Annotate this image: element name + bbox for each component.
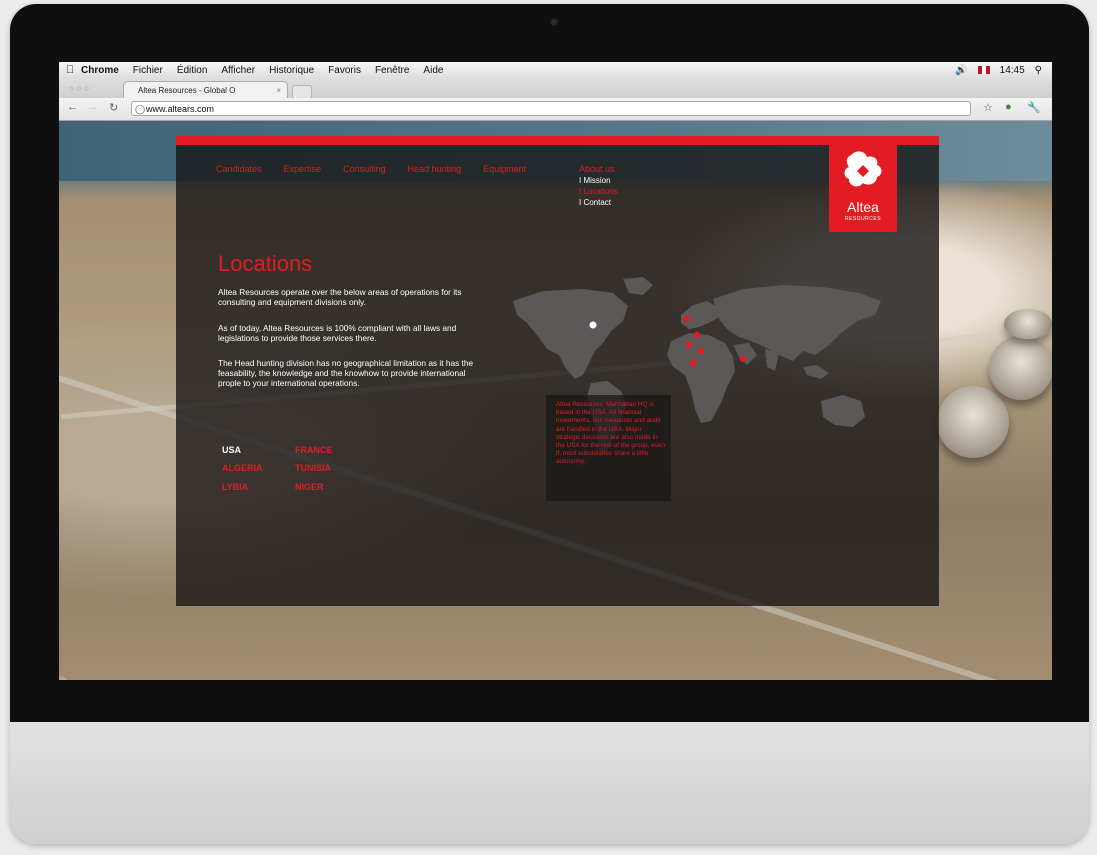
nav-equipment[interactable]: Equipment xyxy=(483,164,526,174)
page-title: Locations xyxy=(218,251,313,276)
tab-altea[interactable]: Altea Resources - Global O × xyxy=(123,81,288,98)
country-tunisia[interactable]: TUNISIA xyxy=(295,463,331,473)
browser-toolbar: ← → ↻ ◯ www.altears.com ☆ ● 🔧 xyxy=(59,98,1052,121)
country-algeria[interactable]: ALGERIA xyxy=(222,463,263,473)
country-lybia[interactable]: LYBIA xyxy=(222,482,248,492)
new-tab-button[interactable] xyxy=(292,85,312,99)
spotlight-icon[interactable]: ⚲ xyxy=(1035,65,1042,76)
back-icon[interactable]: ← xyxy=(67,101,78,113)
star-icon[interactable]: ☆ xyxy=(983,101,993,114)
panel-top-bar xyxy=(176,136,939,145)
apple-icon[interactable]:  xyxy=(59,64,81,76)
forward-icon[interactable]: → xyxy=(87,101,98,113)
altea-logo[interactable]: Altea RESOURCES xyxy=(829,145,897,232)
window-buttons[interactable]: ○○○ xyxy=(69,83,91,93)
address-bar[interactable]: ◯ www.altears.com xyxy=(131,101,971,116)
monitor-bezel:  Chrome Fichier Édition Afficher Histor… xyxy=(10,4,1089,722)
marker-middle-east[interactable] xyxy=(739,355,747,363)
tab-strip: ○○○ Altea Resources - Global O × xyxy=(59,78,1052,99)
nav-head-hunting[interactable]: Head hunting xyxy=(408,164,462,174)
globe-icon: ◯ xyxy=(135,104,146,114)
wrench-icon[interactable]: 🔧 xyxy=(1027,101,1041,114)
mac-menubar:  Chrome Fichier Édition Afficher Histor… xyxy=(59,62,1052,78)
flag-icon[interactable] xyxy=(977,66,990,74)
nav-sub-mission[interactable]: I Mission xyxy=(579,176,611,185)
hq-callout-text: Altea Resources' Manhattan HQ is based i… xyxy=(556,401,666,466)
menu-aide[interactable]: Aide xyxy=(423,65,443,76)
background-tank xyxy=(937,386,1009,458)
nav-sub-locations[interactable]: I Locations xyxy=(579,187,618,196)
country-usa[interactable]: USA xyxy=(222,445,241,455)
background-tank xyxy=(1004,309,1052,339)
logo-name: Altea xyxy=(847,199,879,215)
background-tank xyxy=(59,676,73,680)
nav-about-us[interactable]: About us xyxy=(579,164,615,174)
site-nav: Candidates Expertise Consulting Head hun… xyxy=(216,164,526,174)
web-page: Candidates Expertise Consulting Head hun… xyxy=(59,121,1052,680)
menu-fichier[interactable]: Fichier xyxy=(133,65,163,76)
logo-tagline: RESOURCES xyxy=(844,216,882,222)
marker-usa[interactable] xyxy=(589,321,597,329)
menu-afficher[interactable]: Afficher xyxy=(221,65,255,76)
tab-close-icon[interactable]: × xyxy=(276,82,281,98)
url-text: www.altears.com xyxy=(146,104,215,114)
tab-title: Altea Resources - Global O xyxy=(138,86,236,95)
menu-app-name[interactable]: Chrome xyxy=(81,65,119,76)
compliance-paragraph: As of today, Altea Resources is 100% com… xyxy=(218,323,457,343)
nav-sub-contact[interactable]: I Contact xyxy=(579,198,611,207)
content-panel: Candidates Expertise Consulting Head hun… xyxy=(176,136,939,606)
reload-icon[interactable]: ↻ xyxy=(109,101,118,114)
background-tank xyxy=(989,336,1052,400)
headhunting-paragraph: The Head hunting division has no geograp… xyxy=(218,358,474,388)
marker-france[interactable] xyxy=(683,315,691,323)
nav-consulting[interactable]: Consulting xyxy=(343,164,386,174)
intro-paragraph: Altea Resources operate over the below a… xyxy=(218,287,462,307)
menu-fenetre[interactable]: Fenêtre xyxy=(375,65,409,76)
nav-expertise[interactable]: Expertise xyxy=(284,164,322,174)
screen:  Chrome Fichier Édition Afficher Histor… xyxy=(59,62,1052,680)
hq-callout: Altea Resources' Manhattan HQ is based i… xyxy=(546,395,671,501)
marker-tunisia[interactable] xyxy=(693,331,701,339)
menu-favoris[interactable]: Favoris xyxy=(328,65,361,76)
marker-algeria[interactable] xyxy=(685,341,693,349)
volume-icon[interactable]: 🔊 xyxy=(955,65,967,76)
marker-niger[interactable] xyxy=(689,359,697,367)
country-niger[interactable]: NIGER xyxy=(295,482,324,492)
monitor-chin xyxy=(10,722,1089,844)
menu-historique[interactable]: Historique xyxy=(269,65,314,76)
altea-emblem-icon xyxy=(844,151,882,187)
marker-lybia[interactable] xyxy=(697,347,705,355)
nav-candidates[interactable]: Candidates xyxy=(216,164,262,174)
extension-icon[interactable]: ● xyxy=(1005,101,1012,113)
country-france[interactable]: FRANCE xyxy=(295,445,333,455)
camera xyxy=(551,19,557,25)
menu-edition[interactable]: Édition xyxy=(177,65,208,76)
clock[interactable]: 14:45 xyxy=(1000,65,1025,76)
menubar-status: 🔊 14:45 ⚲ xyxy=(955,65,1052,76)
imac-monitor:  Chrome Fichier Édition Afficher Histor… xyxy=(10,4,1089,844)
